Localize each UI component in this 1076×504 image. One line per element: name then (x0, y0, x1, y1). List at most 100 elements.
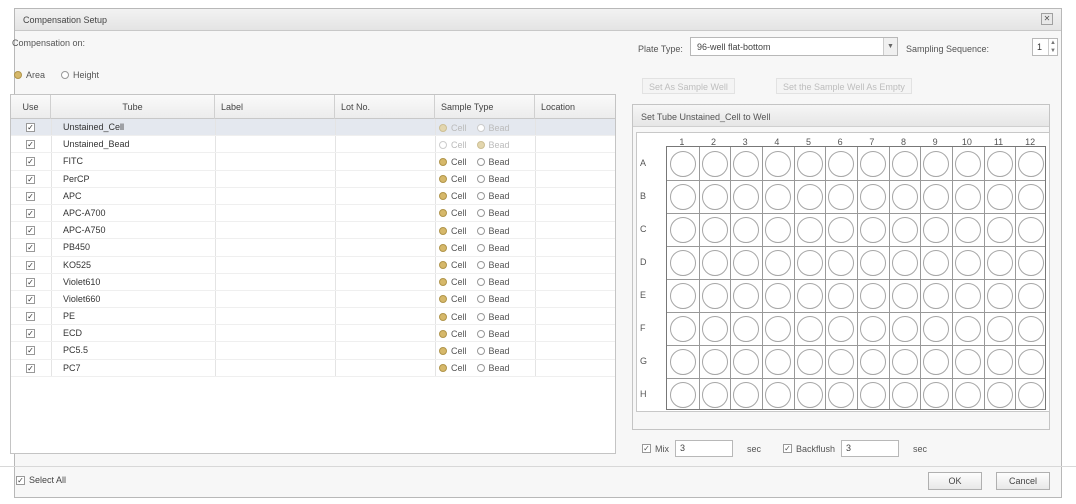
compensation-area-option[interactable]: Area (14, 70, 45, 80)
use-checkbox[interactable]: ✓ (26, 294, 35, 304)
table-row[interactable]: ✓ PC7 Cell Bead (11, 359, 615, 377)
plate-well[interactable] (923, 348, 950, 375)
table-row[interactable]: ✓ Unstained_Bead Cell Bead (11, 136, 615, 154)
sample-type-bead-option[interactable]: Bead (476, 226, 510, 236)
sample-type-bead-option[interactable]: Bead (476, 312, 510, 322)
plate-well[interactable] (828, 183, 855, 210)
plate-well[interactable] (954, 150, 981, 177)
use-checkbox[interactable]: ✓ (26, 346, 35, 356)
plate-well[interactable] (986, 282, 1013, 309)
sample-type-bead-option[interactable]: Bead (476, 140, 510, 150)
plate-well[interactable] (954, 381, 981, 408)
plate-well[interactable] (954, 348, 981, 375)
table-row[interactable]: ✓ APC Cell Bead (11, 187, 615, 205)
plate-well[interactable] (796, 282, 823, 309)
table-row[interactable]: ✓ KO525 Cell Bead (11, 256, 615, 274)
sample-type-bead-option[interactable]: Bead (476, 157, 510, 167)
plate-well[interactable] (859, 150, 886, 177)
plate-well[interactable] (986, 381, 1013, 408)
plate-well[interactable] (796, 150, 823, 177)
plate-well[interactable] (701, 216, 728, 243)
sample-type-bead-option[interactable]: Bead (476, 174, 510, 184)
plate-well[interactable] (986, 216, 1013, 243)
plate-well[interactable] (796, 216, 823, 243)
plate-well[interactable] (733, 150, 760, 177)
plate-well[interactable] (764, 282, 791, 309)
close-icon[interactable]: ✕ (1041, 13, 1053, 25)
plate-well[interactable] (1018, 282, 1045, 309)
plate-well[interactable] (701, 249, 728, 276)
plate-well[interactable] (701, 381, 728, 408)
table-row[interactable]: ✓ PE Cell Bead (11, 308, 615, 326)
plate-well[interactable] (986, 150, 1013, 177)
sample-type-cell-option[interactable]: Cell (439, 277, 467, 287)
mix-checkbox[interactable]: ✓ Mix (642, 444, 669, 454)
plate-well[interactable] (859, 216, 886, 243)
plate-well[interactable] (701, 315, 728, 342)
plate-well[interactable] (923, 150, 950, 177)
use-checkbox[interactable]: ✓ (26, 329, 35, 339)
header-location[interactable]: Location (535, 95, 617, 119)
plate-well[interactable] (1018, 150, 1045, 177)
plate-well[interactable] (828, 381, 855, 408)
plate-well[interactable] (859, 381, 886, 408)
plate-well[interactable] (669, 315, 696, 342)
plate-well[interactable] (701, 150, 728, 177)
plate-well[interactable] (828, 348, 855, 375)
use-checkbox[interactable]: ✓ (26, 312, 35, 322)
plate-well[interactable] (764, 381, 791, 408)
plate-well[interactable] (986, 249, 1013, 276)
header-tube[interactable]: Tube (51, 95, 215, 119)
plate-well[interactable] (954, 216, 981, 243)
header-sample-type[interactable]: Sample Type (435, 95, 535, 119)
stepper-down-icon[interactable]: ▼ (1048, 47, 1057, 55)
plate-well[interactable] (669, 216, 696, 243)
compensation-height-option[interactable]: Height (61, 70, 99, 80)
mix-time-input[interactable]: 3 (675, 440, 733, 457)
sample-type-bead-option[interactable]: Bead (476, 277, 510, 287)
plate-type-select[interactable]: 96-well flat-bottom ▼ (690, 37, 898, 56)
use-checkbox[interactable]: ✓ (26, 140, 35, 150)
plate-well[interactable] (669, 282, 696, 309)
chevron-down-icon[interactable]: ▼ (883, 38, 897, 55)
sample-type-cell-option[interactable]: Cell (439, 346, 467, 356)
plate-well[interactable] (986, 315, 1013, 342)
plate-well[interactable] (891, 315, 918, 342)
plate-well[interactable] (733, 348, 760, 375)
table-row[interactable]: ✓ PB450 Cell Bead (11, 239, 615, 257)
header-label[interactable]: Label (215, 95, 335, 119)
plate-well[interactable] (859, 282, 886, 309)
sample-type-cell-option[interactable]: Cell (439, 226, 467, 236)
plate-well[interactable] (669, 183, 696, 210)
plate-well[interactable] (764, 315, 791, 342)
plate-well[interactable] (796, 315, 823, 342)
plate-well[interactable] (923, 315, 950, 342)
plate-well[interactable] (764, 348, 791, 375)
use-checkbox[interactable]: ✓ (26, 243, 35, 253)
table-row[interactable]: ✓ APC-A700 Cell Bead (11, 204, 615, 223)
sample-type-cell-option[interactable]: Cell (439, 363, 467, 373)
sampling-sequence-stepper[interactable]: 1 ▲ ▼ (1032, 38, 1058, 56)
backflush-checkbox[interactable]: ✓ Backflush (783, 444, 835, 454)
plate-well[interactable] (796, 183, 823, 210)
set-empty-button[interactable]: Set the Sample Well As Empty (776, 78, 912, 94)
plate-well[interactable] (701, 348, 728, 375)
plate-well[interactable] (859, 315, 886, 342)
plate-well[interactable] (669, 381, 696, 408)
header-use[interactable]: Use (11, 95, 51, 119)
plate-well[interactable] (764, 216, 791, 243)
plate-well[interactable] (986, 183, 1013, 210)
table-row[interactable]: ✓ APC-A750 Cell Bead (11, 222, 615, 240)
plate-well[interactable] (859, 183, 886, 210)
sample-type-cell-option[interactable]: Cell (439, 123, 467, 133)
plate-well[interactable] (923, 249, 950, 276)
table-row[interactable]: ✓ Unstained_Cell Cell Bead (11, 119, 615, 137)
cancel-button[interactable]: Cancel (996, 472, 1050, 490)
plate-well[interactable] (891, 249, 918, 276)
plate-well[interactable] (923, 282, 950, 309)
plate-well[interactable] (733, 216, 760, 243)
plate-well[interactable] (733, 315, 760, 342)
sample-type-cell-option[interactable]: Cell (439, 140, 467, 150)
plate-well[interactable] (828, 315, 855, 342)
sample-type-bead-option[interactable]: Bead (476, 208, 510, 218)
